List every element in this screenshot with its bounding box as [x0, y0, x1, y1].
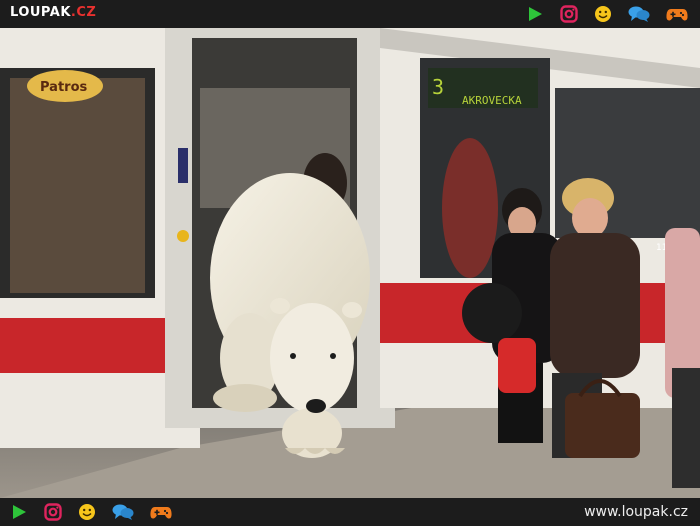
- tram-sign-number: 3: [432, 75, 444, 99]
- tram-sign-text: AKROVECKA: [462, 94, 522, 107]
- main-photo: 3 AKROVECKA 1108 Patros: [0, 28, 700, 498]
- gamepad-icon[interactable]: [666, 5, 688, 23]
- play-icon[interactable]: [10, 503, 28, 521]
- instagram-icon[interactable]: [560, 5, 578, 23]
- logo-main: LOUPAK: [10, 5, 71, 20]
- site-logo[interactable]: LOUPAK.CZ: [10, 5, 96, 20]
- instagram-icon[interactable]: [44, 503, 62, 521]
- top-bar: LOUPAK.CZ: [0, 0, 700, 28]
- gamepad-icon[interactable]: [150, 503, 172, 521]
- chat-icon[interactable]: [112, 503, 134, 521]
- site-url-link[interactable]: www.loupak.cz: [584, 504, 688, 520]
- top-icon-group: [526, 5, 688, 23]
- bottom-icon-group: [10, 503, 172, 521]
- smiley-icon[interactable]: [594, 5, 612, 23]
- smiley-icon[interactable]: [78, 503, 96, 521]
- chat-icon[interactable]: [628, 5, 650, 23]
- play-icon[interactable]: [526, 5, 544, 23]
- bottom-bar: www.loupak.cz: [0, 498, 700, 526]
- photo-scene: 3 AKROVECKA 1108 Patros: [0, 28, 700, 498]
- shop-sign: Patros: [40, 80, 88, 95]
- logo-suffix: .CZ: [70, 5, 97, 20]
